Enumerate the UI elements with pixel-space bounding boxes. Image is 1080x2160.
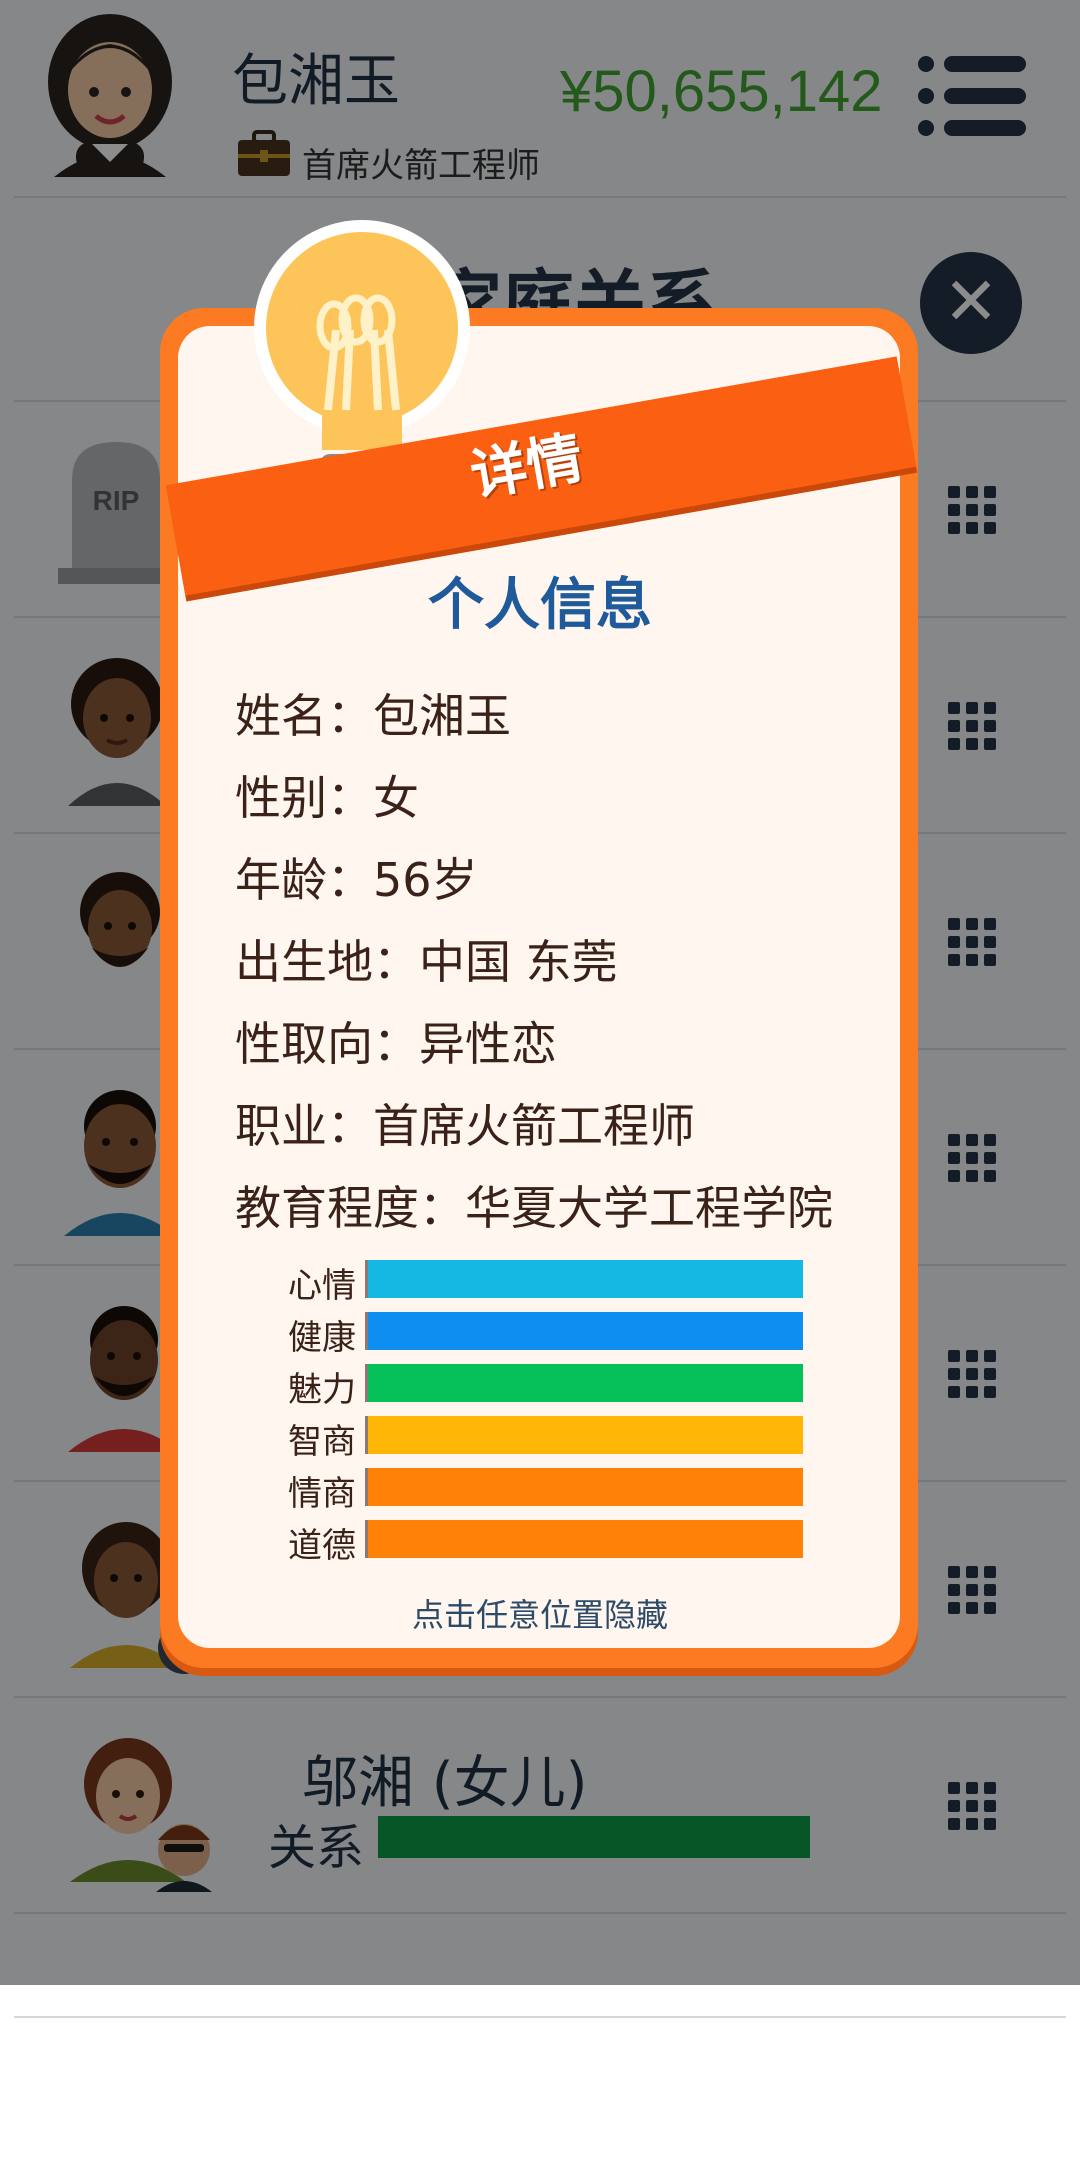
stat-label-eq: 情商: [288, 1474, 356, 1514]
stat-fill: [368, 1260, 803, 1298]
info-key: 年龄: [235, 853, 327, 907]
info-key: 职业: [235, 1099, 327, 1153]
info-value: 56岁: [373, 853, 478, 907]
stat-label-health: 健康: [288, 1318, 356, 1358]
info-key: 性取向: [235, 1017, 373, 1071]
info-gender: 性别：女: [235, 771, 419, 825]
stat-label-iq: 智商: [288, 1422, 356, 1462]
divider: [14, 2016, 1066, 2018]
stat-fill: [368, 1520, 803, 1558]
stat-bar-charm: [365, 1364, 803, 1402]
dismiss-hint[interactable]: 点击任意位置隐藏: [0, 1590, 1080, 1636]
info-value: 中国 东莞: [419, 935, 618, 989]
info-key: 性别: [235, 771, 327, 825]
stat-bar-health: [365, 1312, 803, 1350]
modal-title: 个人信息: [428, 573, 652, 638]
stat-label-charm: 魅力: [288, 1370, 356, 1410]
stat-bar-eq: [365, 1468, 803, 1506]
info-key: 姓名: [235, 689, 327, 743]
info-age: 年龄：56岁: [235, 853, 478, 907]
stat-fill: [368, 1468, 803, 1506]
stat-fill: [368, 1416, 803, 1454]
info-occupation: 职业：首席火箭工程师: [235, 1099, 695, 1153]
info-value: 异性恋: [419, 1017, 557, 1071]
info-birthplace: 出生地：中国 东莞: [235, 935, 618, 989]
stat-fill: [368, 1364, 803, 1402]
info-value: 女: [373, 771, 419, 825]
stat-bar-morality: [365, 1520, 803, 1558]
stat-label-mood: 心情: [288, 1266, 356, 1306]
info-value: 包湘玉: [373, 689, 511, 743]
info-key: 出生地: [235, 935, 373, 989]
info-value: 首席火箭工程师: [373, 1099, 695, 1153]
info-orientation: 性取向：异性恋: [235, 1017, 557, 1071]
stat-bar-mood: [365, 1260, 803, 1298]
info-key: 教育程度: [235, 1181, 419, 1235]
info-education: 教育程度：华夏大学工程学院: [235, 1181, 833, 1235]
info-name: 姓名：包湘玉: [235, 689, 511, 743]
info-value: 华夏大学工程学院: [465, 1181, 833, 1235]
stat-label-morality: 道德: [288, 1526, 356, 1566]
stat-fill: [368, 1312, 803, 1350]
stat-bar-iq: [365, 1416, 803, 1454]
